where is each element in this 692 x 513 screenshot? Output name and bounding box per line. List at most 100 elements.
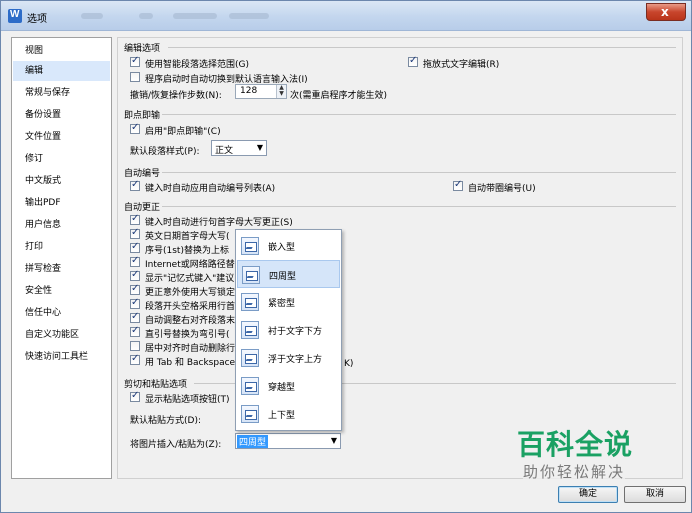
autocorrect-label: 直引号替换为弯引号( [145,330,230,340]
options-content-panel: 编辑选项 使用智能段落选择范围(G) 拖放式文字编辑(R) 程序启动时自动切换到… [117,37,683,479]
autocorrect-checkbox[interactable] [130,241,140,253]
wrap-option-label: 上下型 [268,411,296,421]
wrap-front-icon [241,349,259,367]
section-divider [168,47,676,48]
chevron-down-icon: ▼ [256,143,263,152]
section-heading-instant-input: 即点即输 [124,111,161,121]
drag-text-checkbox[interactable] [408,55,418,67]
autocorrect-label: Internet或网络路径替 [145,260,235,270]
wrap-option-square[interactable]: 四周型 [237,260,340,288]
wrap-square-icon [242,266,260,284]
options-dialog: 选项 x 视图 编辑 常规与保存 备份设置 文件位置 修订 中文版式 输出PDF… [0,0,692,513]
autocorrect-label: 自动调整右对齐段落末 [145,316,236,326]
spinner-arrows-icon[interactable]: ▲ ▼ [276,85,286,98]
auto-list-label: 键入时自动应用自动编号列表(A) [145,184,276,194]
sidebar-item-view[interactable]: 视图 [13,41,110,61]
sidebar-item-customize-ribbon[interactable]: 自定义功能区 [13,325,110,345]
wrap-option-top-bottom[interactable]: 上下型 [237,400,340,428]
title-bar[interactable]: 选项 x [1,1,691,31]
autocorrect-label: 显示"记忆式键入"建议 [145,274,235,284]
autocorrect-checkbox[interactable] [130,213,140,225]
ok-button[interactable]: 确定 [558,486,618,503]
insert-picture-as-select[interactable]: 四周型 ▼ [235,433,341,449]
section-heading-edit-options: 编辑选项 [124,44,161,54]
wrap-option-label: 嵌入型 [268,243,296,253]
circle-number-checkbox[interactable] [453,179,463,191]
wrap-option-behind-text[interactable]: 衬于文字下方 [237,316,340,344]
watermark-title: 百科全说 [517,428,634,461]
autocorrect-label: 居中对齐时自动删除行 [145,344,236,354]
sidebar-item-export-pdf[interactable]: 输出PDF [13,193,110,213]
smart-select-checkbox[interactable] [130,55,140,67]
dialog-title: 选项 [27,14,47,25]
autocorrect-label: 段落开头空格采用行首 [145,302,236,312]
insert-picture-as-value: 四周型 [237,435,269,448]
paste-button-checkbox[interactable] [130,390,140,402]
autocorrect-checkbox[interactable] [130,297,140,309]
wrap-option-label: 衬于文字下方 [268,327,323,337]
autocorrect-label: 更正意外使用大写锁定 [145,288,236,298]
wrap-option-label: 穿越型 [268,383,296,393]
autocorrect-checkbox[interactable] [130,353,140,365]
sidebar-item-file-location[interactable]: 文件位置 [13,127,110,147]
autocorrect-checkbox[interactable] [130,325,140,337]
autocorrect-checkbox[interactable] [130,341,140,351]
default-paragraph-style-value: 正文 [215,146,234,156]
wrap-option-tight[interactable]: 紧密型 [237,288,340,316]
drag-text-label: 拖放式文字编辑(R) [423,60,500,70]
autocorrect-checkbox[interactable] [130,227,140,239]
blurred-title-fragment [81,13,103,19]
autocorrect-checkbox[interactable] [130,255,140,267]
undo-steps-value: 128 [240,86,258,96]
autocorrect-label: 用 Tab 和 Backspace [145,358,236,368]
wps-writer-icon [8,9,22,23]
autocorrect-label: 英文日期首字母大写( [145,232,230,242]
section-divider [162,172,676,173]
options-category-list: 视图 编辑 常规与保存 备份设置 文件位置 修订 中文版式 输出PDF 用户信息… [11,37,112,479]
click-and-type-checkbox[interactable] [130,122,140,134]
wrap-option-inline[interactable]: 嵌入型 [237,232,340,260]
sidebar-item-print[interactable]: 打印 [13,237,110,257]
sidebar-item-spell-check[interactable]: 拼写检查 [13,259,110,279]
wrap-option-label: 浮于文字上方 [268,355,323,365]
wrap-top-bottom-icon [241,405,259,423]
sidebar-item-chinese-layout[interactable]: 中文版式 [13,171,110,191]
circle-number-label: 自动带圈编号(U) [468,184,536,194]
sidebar-item-quick-access-toolbar[interactable]: 快速访问工具栏 [13,347,110,367]
section-heading-auto-correct: 自动更正 [124,203,161,213]
undo-steps-spinner[interactable]: 128 ▲ ▼ [235,84,287,99]
click-and-type-label: 启用"即点即输"(C) [145,127,221,137]
autocorrect-checkbox[interactable] [130,283,140,295]
autocorrect-label: 序号(1st)替换为上标 [145,246,229,256]
smart-select-label: 使用智能段落选择范围(G) [145,60,249,70]
wrap-behind-icon [241,321,259,339]
text-wrap-dropdown: 嵌入型 四周型 紧密型 衬于文字下方 浮于文字上方 穿越型 上下型 [235,229,342,431]
cancel-button[interactable]: 取消 [624,486,686,503]
blurred-title-fragment [229,13,269,19]
autocorrect-checkbox[interactable] [130,311,140,323]
section-heading-paste-options: 剪切和粘贴选项 [124,380,188,390]
wrap-option-through[interactable]: 穿越型 [237,372,340,400]
sidebar-item-user-info[interactable]: 用户信息 [13,215,110,235]
undo-steps-label: 撤销/恢复操作步数(N): [130,91,222,101]
sidebar-item-trust-center[interactable]: 信任中心 [13,303,110,323]
auto-ime-checkbox[interactable] [130,72,140,82]
sidebar-item-general-save[interactable]: 常规与保存 [13,83,110,103]
wrap-option-in-front[interactable]: 浮于文字上方 [237,344,340,372]
sidebar-item-security[interactable]: 安全性 [13,281,110,301]
sidebar-item-edit[interactable]: 编辑 [13,61,110,81]
sidebar-item-backup[interactable]: 备份设置 [13,105,110,125]
sidebar-item-revision[interactable]: 修订 [13,149,110,169]
autocorrect-label-tail: K) [344,359,354,369]
default-paragraph-style-select[interactable]: 正文 ▼ [211,140,267,156]
section-divider [162,114,676,115]
close-icon: x [661,5,669,19]
section-divider [162,206,676,207]
wrap-through-icon [241,377,259,395]
wrap-inline-icon [241,237,259,255]
autocorrect-checkbox[interactable] [130,269,140,281]
blurred-title-fragment [173,13,217,19]
default-paste-label: 默认粘贴方式(D): [130,416,201,426]
auto-list-checkbox[interactable] [130,179,140,191]
close-button[interactable]: x [646,3,686,21]
